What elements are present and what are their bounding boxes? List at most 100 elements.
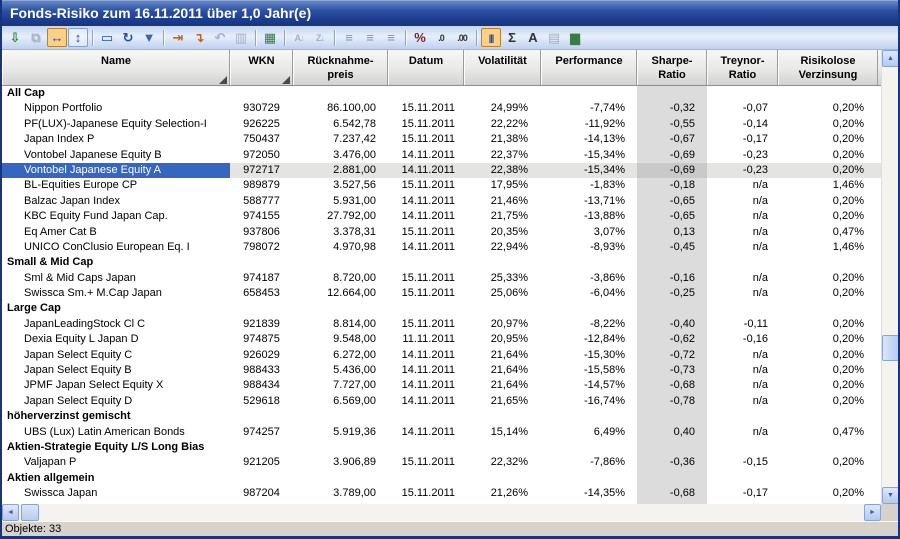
cell-vol: 21,75% xyxy=(464,209,541,224)
cell-price: 3.378,31 xyxy=(293,225,388,240)
cell-treynor: -0,23 xyxy=(707,163,778,178)
select-columns-icon[interactable]: ▦ xyxy=(260,28,280,47)
new-view-icon[interactable]: ▭ xyxy=(97,28,117,47)
table-row[interactable]: Balzac Japan Index5887775.931,0014.11.20… xyxy=(2,194,898,209)
mini-chart-icon: ▥ xyxy=(231,28,251,47)
percent-icon[interactable]: % xyxy=(410,28,430,47)
cell-riskfree: 0,20% xyxy=(778,163,878,178)
column-header-vol[interactable]: Volatilität xyxy=(464,50,541,85)
cell-vol: 20,97% xyxy=(464,317,541,332)
cell-vol: 22,32% xyxy=(464,455,541,470)
column-header-date[interactable]: Datum xyxy=(388,50,464,85)
fit-columns-icon[interactable]: ↔ xyxy=(47,28,67,47)
group-row[interactable]: Large Cap xyxy=(2,301,898,316)
table-row[interactable]: Swissca Japan9872043.789,0015.11.201121,… xyxy=(2,486,898,501)
cell-name: UNICO ConClusio European Eq. I xyxy=(2,240,230,255)
copy-view-icon: ⧉ xyxy=(26,28,46,47)
cell-price: 3.527,56 xyxy=(293,178,388,193)
table-row[interactable]: KBC Equity Fund Japan Cap.97415527.792,0… xyxy=(2,209,898,224)
table-row[interactable]: Nippon Portfolio93072986.100,0015.11.201… xyxy=(2,101,898,116)
cell-date: 11.11.2011 xyxy=(388,332,464,347)
titlebar: Fonds-Risiko zum 16.11.2011 über 1,0 Jah… xyxy=(2,0,898,26)
horizontal-scroll-track[interactable] xyxy=(39,504,864,521)
table-row[interactable]: Japan Select Equity D5296186.569,0014.11… xyxy=(2,394,898,409)
cell-date: 15.11.2011 xyxy=(388,178,464,193)
cell-perf: 3,07% xyxy=(541,225,637,240)
cell-sharpe: -0,67 xyxy=(637,132,707,147)
table-header-row: NameWKNRücknahme- preisDatumVolatilitätP… xyxy=(2,50,898,86)
table-row[interactable]: Vontobel Japanese Equity B9720503.476,00… xyxy=(2,148,898,163)
font-icon[interactable]: A xyxy=(523,28,543,47)
column-header-price[interactable]: Rücknahme- preis xyxy=(293,50,388,85)
align-center-icon[interactable]: ≡ xyxy=(360,28,380,47)
table-row[interactable]: Sml & Mid Caps Japan9741878.720,0015.11.… xyxy=(2,271,898,286)
table-row[interactable]: BL-Equities Europe CP9898793.527,5615.11… xyxy=(2,178,898,193)
table-row[interactable]: Japan Select Equity B9884335.436,0014.11… xyxy=(2,363,898,378)
scroll-down-button[interactable]: ▼ xyxy=(882,487,899,504)
sum-icon[interactable]: Σ xyxy=(502,28,522,47)
table-row[interactable]: Japan Select Equity C9260296.272,0014.11… xyxy=(2,348,898,363)
column-header-wkn[interactable]: WKN xyxy=(230,50,293,85)
cell-treynor: n/a xyxy=(707,194,778,209)
filter-icon[interactable]: ▼ xyxy=(139,28,159,47)
cell-name: Japan Select Equity B xyxy=(2,363,230,378)
cell-date: 15.11.2011 xyxy=(388,225,464,240)
table-row-selected[interactable]: Vontobel Japanese Equity A9727172.881,00… xyxy=(2,163,898,178)
cell-name: Vontobel Japanese Equity B xyxy=(2,148,230,163)
vertical-scrollbar[interactable]: ▲ ▼ xyxy=(881,50,898,504)
table-row[interactable]: Dexia Equity L Japan D9748759.548,0011.1… xyxy=(2,332,898,347)
vertical-scroll-thumb[interactable] xyxy=(882,335,899,361)
cell-sharpe: -0,65 xyxy=(637,209,707,224)
group-row[interactable]: höherverzinst gemischt xyxy=(2,409,898,424)
horizontal-scrollbar[interactable]: ◄ ► xyxy=(2,504,881,521)
cell-date: 15.11.2011 xyxy=(388,317,464,332)
cell-price: 8.720,00 xyxy=(293,271,388,286)
cell-price: 6.542,78 xyxy=(293,117,388,132)
group-row[interactable]: All Cap xyxy=(2,86,898,101)
insert-row-icon[interactable]: ↴ xyxy=(189,28,209,47)
cell-date: 15.11.2011 xyxy=(388,117,464,132)
table-row[interactable]: Swissca Sm.+ M.Cap Japan65845312.664,001… xyxy=(2,286,898,301)
chart-icon[interactable]: ▆ xyxy=(565,28,585,47)
cell-perf: -15,34% xyxy=(541,148,637,163)
align-right-icon[interactable]: ≡ xyxy=(381,28,401,47)
cell-riskfree: 0,20% xyxy=(778,209,878,224)
highlight-column-icon[interactable]: ||| xyxy=(481,28,501,47)
cell-perf: -11,92% xyxy=(541,117,637,132)
fit-rows-icon[interactable]: ↕ xyxy=(68,28,88,47)
remove-decimals-icon[interactable]: .00 xyxy=(452,28,472,47)
table-row[interactable]: JapanLeadingStock Cl C9218398.814,0015.1… xyxy=(2,317,898,332)
group-row[interactable]: Aktien-Strategie Equity L/S Long Bias xyxy=(2,440,898,455)
table-row[interactable]: Eq Amer Cat B9378063.378,3115.11.201120,… xyxy=(2,225,898,240)
horizontal-scroll-thumb[interactable] xyxy=(21,504,39,521)
cell-sharpe: -0,78 xyxy=(637,394,707,409)
sort-ascending-icon: A↓ xyxy=(289,28,309,47)
group-row[interactable]: Small & Mid Cap xyxy=(2,255,898,270)
column-header-perf[interactable]: Performance xyxy=(541,50,637,85)
table-row[interactable]: UNICO ConClusio European Eq. I7980724.97… xyxy=(2,240,898,255)
column-header-treynor[interactable]: Treynor- Ratio xyxy=(707,50,778,85)
align-left-icon[interactable]: ≡ xyxy=(339,28,359,47)
column-header-name[interactable]: Name xyxy=(2,50,230,85)
scroll-left-button[interactable]: ◄ xyxy=(2,504,19,521)
cell-price: 3.476,00 xyxy=(293,148,388,163)
table-row[interactable]: JPMF Japan Select Equity X9884347.727,00… xyxy=(2,378,898,393)
table-row[interactable]: Japan Index P7504377.237,4215.11.201121,… xyxy=(2,132,898,147)
refresh-icon[interactable]: ↻ xyxy=(118,28,138,47)
add-decimals-icon[interactable]: .0 xyxy=(431,28,451,47)
scroll-up-button[interactable]: ▲ xyxy=(882,50,899,67)
cell-sharpe: -0,68 xyxy=(637,378,707,393)
toolbar-separator xyxy=(476,30,477,46)
scroll-right-button[interactable]: ► xyxy=(864,504,881,521)
app-window: Fonds-Risiko zum 16.11.2011 über 1,0 Jah… xyxy=(0,0,900,539)
table-row[interactable]: UBS (Lux) Latin American Bonds9742575.91… xyxy=(2,425,898,440)
column-header-riskfree[interactable]: Risikolose Verzinsung xyxy=(778,50,878,85)
column-header-sharpe[interactable]: Sharpe- Ratio xyxy=(637,50,707,85)
export-data-icon[interactable]: ⇩ xyxy=(5,28,25,47)
cell-perf: -6,04% xyxy=(541,286,637,301)
group-row[interactable]: Aktien allgemein xyxy=(2,471,898,486)
insert-column-icon[interactable]: ⇥ xyxy=(168,28,188,47)
cell-riskfree: 0,47% xyxy=(778,225,878,240)
table-row[interactable]: Valjapan P9212053.906,8915.11.201122,32%… xyxy=(2,455,898,470)
table-row[interactable]: PF(LUX)-Japanese Equity Selection-I92622… xyxy=(2,117,898,132)
